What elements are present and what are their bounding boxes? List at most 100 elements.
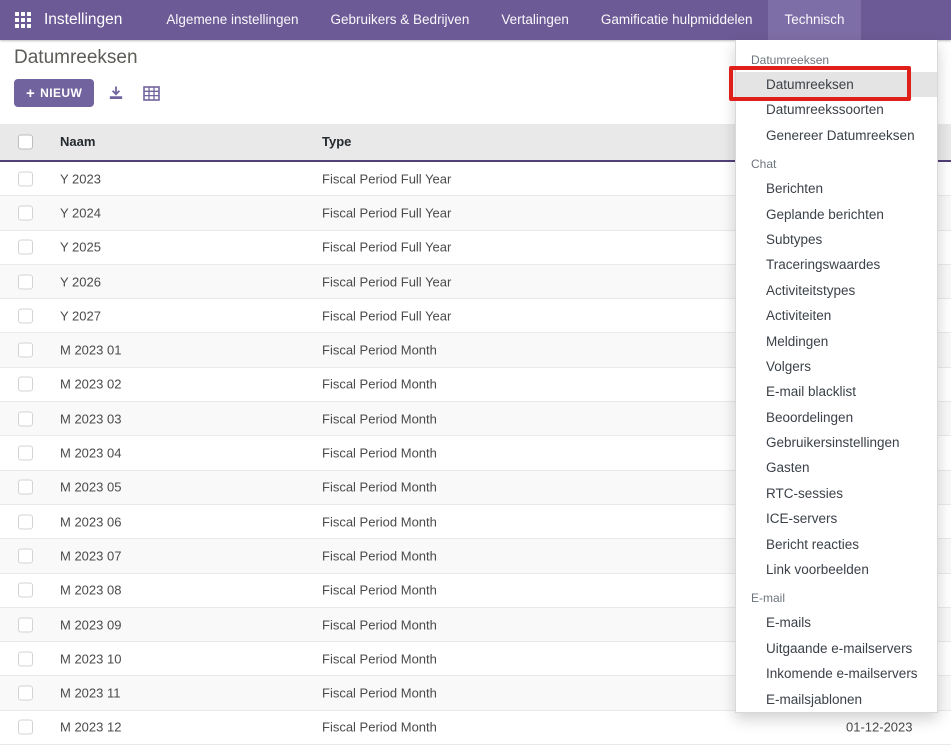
row-checkbox[interactable] [18, 377, 33, 392]
menu-item-volgers[interactable]: Volgers [736, 354, 937, 379]
new-button-label: NIEUW [40, 86, 82, 100]
row-checkbox[interactable] [18, 720, 33, 735]
cell-type: Fiscal Period Month [322, 480, 437, 495]
cell-type: Fiscal Period Full Year [322, 274, 451, 289]
nav-item-vertalingen[interactable]: Vertalingen [485, 0, 585, 40]
cell-type: Fiscal Period Month [322, 446, 437, 461]
cell-name: M 2023 11 [60, 686, 120, 701]
apps-menu-icon[interactable] [15, 12, 31, 28]
cell-type: Fiscal Period Full Year [322, 205, 451, 220]
nav-item-technisch[interactable]: Technisch [768, 0, 860, 40]
row-checkbox[interactable] [18, 171, 33, 186]
menu-item-rtc-sessies[interactable]: RTC-sessies [736, 481, 937, 506]
cell-type: Fiscal Period Month [322, 548, 437, 563]
cell-name: M 2023 03 [60, 411, 121, 426]
cell-type: Fiscal Period Month [322, 651, 437, 666]
app-name[interactable]: Instellingen [44, 11, 122, 29]
cell-type: Fiscal Period Month [322, 686, 437, 701]
cell-name: M 2023 07 [60, 548, 121, 563]
menu-item-e-mails[interactable]: E-mails [736, 610, 937, 635]
cell-name: M 2023 10 [60, 651, 121, 666]
menu-item-bericht-reacties[interactable]: Bericht reacties [736, 532, 937, 557]
cell-name: Y 2023 [60, 171, 101, 186]
cell-type: Fiscal Period Full Year [322, 171, 451, 186]
table-icon [143, 86, 160, 101]
menu-item-inkomende-e-mailservers[interactable]: Inkomende e-mailservers [736, 661, 937, 686]
list-view-button[interactable] [138, 80, 164, 106]
menu-item-subtypes[interactable]: Subtypes [736, 227, 937, 252]
row-checkbox[interactable] [18, 514, 33, 529]
menu-item-datumreekssoorten[interactable]: Datumreekssoorten [736, 97, 937, 122]
row-checkbox[interactable] [18, 205, 33, 220]
cell-type: Fiscal Period Full Year [322, 240, 451, 255]
row-checkbox[interactable] [18, 548, 33, 563]
menu-item-e-mailsjablonen[interactable]: E-mailsjablonen [736, 687, 937, 712]
row-checkbox[interactable] [18, 343, 33, 358]
menu-section-title-datumreeksen: Datumreeksen [736, 44, 937, 72]
menu-item-gebruikersinstellingen[interactable]: Gebruikersinstellingen [736, 430, 937, 455]
cell-type: Fiscal Period Month [322, 514, 437, 529]
technical-dropdown-menu: DatumreeksenDatumreeksenDatumreekssoorte… [735, 40, 938, 713]
cell-name: M 2023 09 [60, 617, 121, 632]
cell-name: M 2023 02 [60, 377, 121, 392]
menu-item-ice-servers[interactable]: ICE-servers [736, 506, 937, 531]
page-title: Datumreeksen [14, 47, 138, 69]
row-checkbox[interactable] [18, 651, 33, 666]
menu-item-geplande-berichten[interactable]: Geplande berichten [736, 202, 937, 227]
menu-item-activiteiten[interactable]: Activiteiten [736, 303, 937, 328]
menu-item-activiteitstypes[interactable]: Activiteitstypes [736, 278, 937, 303]
row-checkbox[interactable] [18, 274, 33, 289]
cell-type: Fiscal Period Month [322, 583, 437, 598]
column-header-naam[interactable]: Naam [60, 124, 95, 160]
cell-type: Fiscal Period Month [322, 377, 437, 392]
cell-name: M 2023 06 [60, 514, 121, 529]
cell-type: Fiscal Period Month [322, 343, 437, 358]
navbar-items: Algemene instellingenGebruikers & Bedrij… [150, 0, 860, 40]
cell-type: Fiscal Period Month [322, 720, 437, 735]
row-checkbox[interactable] [18, 240, 33, 255]
cell-type: Fiscal Period Full Year [322, 308, 451, 323]
nav-item-gebruikers-bedrijven[interactable]: Gebruikers & Bedrijven [315, 0, 486, 40]
menu-item-uitgaande-e-mailservers[interactable]: Uitgaande e-mailservers [736, 636, 937, 661]
menu-item-berichten[interactable]: Berichten [736, 176, 937, 201]
menu-item-datumreeksen[interactable]: Datumreeksen [736, 72, 937, 97]
column-header-type[interactable]: Type [322, 124, 351, 160]
download-icon [108, 85, 124, 101]
cell-type: Fiscal Period Month [322, 617, 437, 632]
row-checkbox[interactable] [18, 446, 33, 461]
top-navbar: Instellingen Algemene instellingenGebrui… [0, 0, 951, 40]
export-button[interactable] [103, 80, 129, 106]
menu-item-genereer-datumreeksen[interactable]: Genereer Datumreeksen [736, 123, 937, 148]
cell-name: M 2023 04 [60, 446, 121, 461]
nav-item-algemene-instellingen[interactable]: Algemene instellingen [150, 0, 314, 40]
new-button[interactable]: + NIEUW [14, 79, 94, 107]
menu-item-traceringswaardes[interactable]: Traceringswaardes [736, 252, 937, 277]
row-checkbox[interactable] [18, 583, 33, 598]
cell-name: Y 2025 [60, 240, 101, 255]
cell-name: M 2023 01 [60, 343, 121, 358]
menu-item-meldingen[interactable]: Meldingen [736, 329, 937, 354]
row-checkbox[interactable] [18, 617, 33, 632]
plus-icon: + [26, 86, 35, 101]
cell-name: M 2023 08 [60, 583, 121, 598]
cell-name: Y 2024 [60, 205, 101, 220]
cell-date: 01-12-2023 [846, 720, 913, 735]
cell-name: Y 2026 [60, 274, 101, 289]
table-row[interactable]: M 2023 12 Fiscal Period Month 01-12-2023 [0, 711, 951, 745]
row-checkbox[interactable] [18, 308, 33, 323]
row-checkbox[interactable] [18, 411, 33, 426]
row-checkbox[interactable] [18, 686, 33, 701]
row-checkbox[interactable] [18, 480, 33, 495]
select-all-checkbox[interactable] [18, 135, 33, 150]
menu-section-title-e-mail: E-mail [736, 582, 937, 610]
cell-name: M 2023 12 [60, 720, 121, 735]
cell-name: Y 2027 [60, 308, 101, 323]
action-buttons: + NIEUW [14, 79, 164, 107]
menu-item-beoordelingen[interactable]: Beoordelingen [736, 405, 937, 430]
cell-name: M 2023 05 [60, 480, 121, 495]
menu-item-gasten[interactable]: Gasten [736, 455, 937, 480]
nav-item-gamificatie-hulpmiddelen[interactable]: Gamificatie hulpmiddelen [585, 0, 769, 40]
cell-type: Fiscal Period Month [322, 411, 437, 426]
menu-item-e-mail-blacklist[interactable]: E-mail blacklist [736, 379, 937, 404]
menu-item-link-voorbeelden[interactable]: Link voorbeelden [736, 557, 937, 582]
